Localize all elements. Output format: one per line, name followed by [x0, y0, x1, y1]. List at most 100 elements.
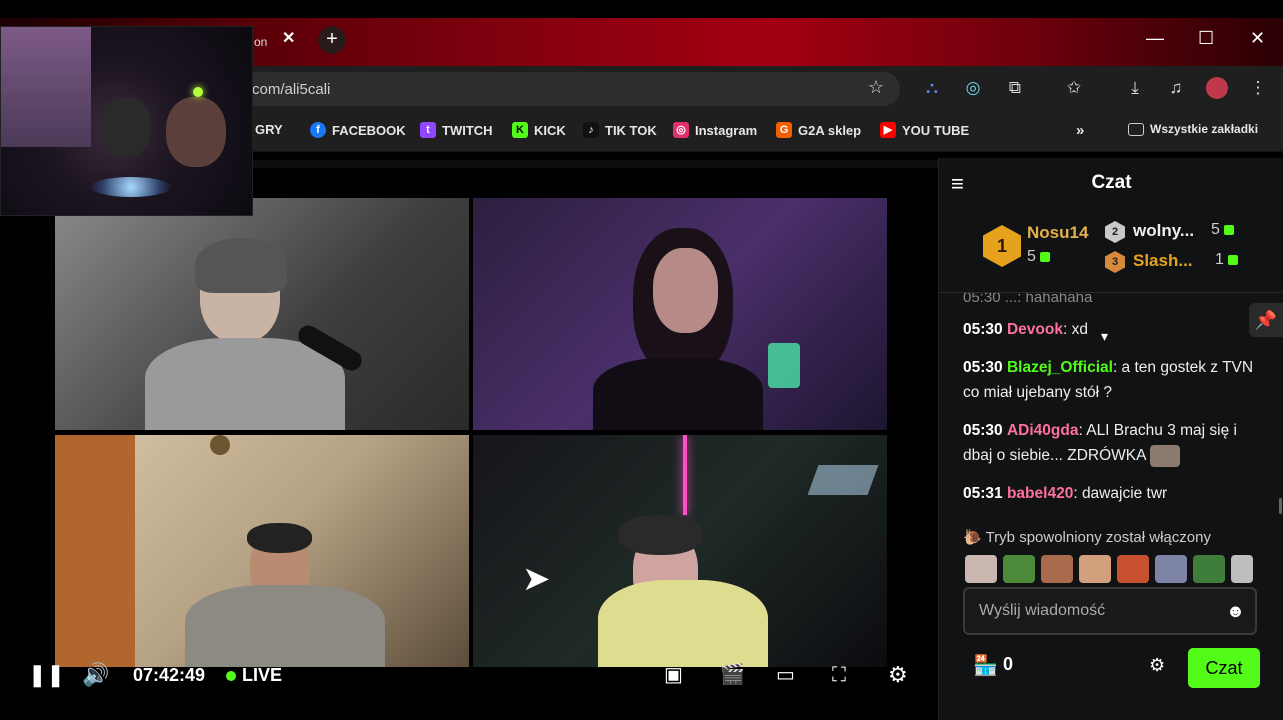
- minimize-icon[interactable]: —: [1146, 28, 1164, 49]
- more-bookmarks-button[interactable]: »: [1076, 122, 1084, 139]
- maximize-icon[interactable]: ☐: [1198, 28, 1214, 49]
- chat-message: 05:30 Blazej_Official: a ten gostek z TV…: [963, 359, 1254, 401]
- puzzle-icon[interactable]: ⧉: [1004, 77, 1026, 99]
- emote-icon[interactable]: [1041, 555, 1073, 583]
- bookmark-tiktok[interactable]: ♪ TIK TOK: [583, 122, 657, 138]
- emote-icon[interactable]: [965, 555, 997, 583]
- store-icon[interactable]: 🏪: [973, 653, 998, 678]
- emote-icon: [1149, 444, 1180, 467]
- emoji-picker-icon[interactable]: ☻: [1226, 601, 1245, 622]
- bookmark-g2a[interactable]: G G2A sklep: [776, 122, 861, 138]
- emote-icon[interactable]: [1193, 555, 1225, 583]
- chat-settings-icon[interactable]: ⚙: [1149, 655, 1165, 676]
- rank-3-badge-icon: 3: [1105, 251, 1125, 273]
- twitch-icon: t: [420, 122, 436, 138]
- bookmark-youtube[interactable]: ▶ YOU TUBE: [880, 122, 969, 138]
- emote-icon[interactable]: [1079, 555, 1111, 583]
- chat-leaderboard: 1 Nosu14 5 2 wolny... 5 3 Slash... 1 ▾: [939, 208, 1283, 344]
- leader-1-name[interactable]: Nosu14: [1027, 223, 1088, 243]
- chat-footer: 🏪 0 ⚙ Czat: [939, 648, 1283, 688]
- chat-panel: ≡ Czat 1 Nosu14 5 2 wolny... 5 3 Slash..…: [938, 158, 1283, 720]
- volume-icon[interactable]: 🔊: [82, 661, 109, 689]
- leader-3-score: 1: [1215, 251, 1238, 269]
- settings-icon[interactable]: ⚙: [888, 661, 908, 689]
- close-window-icon[interactable]: ✕: [1250, 28, 1265, 49]
- send-chat-button[interactable]: Czat: [1188, 648, 1260, 688]
- emote-icon[interactable]: [1003, 555, 1035, 583]
- video-tile-3: [55, 435, 469, 667]
- tab-title: on: [254, 35, 268, 49]
- chat-message: 05:30 ADi40gda: ALI Brachu 3 maj się i d…: [963, 418, 1258, 468]
- emote-icon[interactable]: [1117, 555, 1149, 583]
- close-tab-icon[interactable]: ✕: [282, 28, 295, 48]
- player-controls: ❚❚ 🔊 07:42:49 LIVE ▣ 🎬 ▭ ⛶ ⚙: [0, 655, 938, 695]
- kick-icon: K: [512, 122, 528, 138]
- avatar[interactable]: [1206, 77, 1228, 99]
- chat-message: 05:31 babel420: dawajcie twr: [963, 485, 1168, 502]
- chat-username[interactable]: ADi40gda: [1007, 422, 1079, 439]
- points-count: 0: [1003, 654, 1014, 674]
- chat-message-partial: 05:30 ...: hahahaha: [963, 293, 1093, 306]
- leader-3-name[interactable]: Slash...: [1133, 251, 1193, 271]
- theater-mode-icon[interactable]: ▭: [776, 661, 795, 689]
- chat-scrollbar[interactable]: [1279, 498, 1282, 514]
- streamer-webcam: [0, 26, 253, 216]
- leader-1-score: 5: [1027, 248, 1050, 266]
- chat-message-input[interactable]: [977, 599, 1217, 623]
- clip-icon[interactable]: 🎬: [720, 661, 745, 689]
- emote-icon[interactable]: [1231, 555, 1253, 583]
- chat-username[interactable]: Devook: [1007, 321, 1063, 338]
- chat-username[interactable]: babel420: [1007, 485, 1073, 502]
- bookmark-kick[interactable]: K KICK: [512, 122, 566, 138]
- fullscreen-icon[interactable]: ⛶: [832, 661, 846, 689]
- bookmark-star-icon[interactable]: ☆: [868, 77, 884, 98]
- facebook-icon: f: [310, 122, 326, 138]
- rank-2-badge-icon: 2: [1105, 221, 1125, 243]
- favorites-icon[interactable]: ✩: [1063, 77, 1085, 99]
- emote-icon[interactable]: [1155, 555, 1187, 583]
- leader-2-score: 5: [1211, 221, 1234, 239]
- chat-title: Czat: [1091, 172, 1132, 193]
- tiktok-icon: ♪: [583, 122, 599, 138]
- chat-messages: 05:30 ...: hahahaha 05:30 Devook: xd 05:…: [939, 293, 1283, 533]
- bookmark-instagram[interactable]: ◎ Instagram: [673, 122, 757, 138]
- rank-1-badge-icon: 1: [983, 225, 1021, 267]
- translate-icon[interactable]: ⛬: [921, 77, 943, 99]
- video-tile-1: [55, 198, 469, 430]
- g2a-icon: G: [776, 122, 792, 138]
- pause-icon[interactable]: ❚❚: [28, 661, 65, 689]
- chat-message: 05:30 Devook: xd: [963, 321, 1088, 338]
- new-tab-button[interactable]: +: [318, 26, 346, 54]
- leader-2-name[interactable]: wolny...: [1133, 221, 1194, 241]
- video-tile-4: [473, 435, 887, 667]
- bookmark-gry[interactable]: GRY: [255, 122, 283, 137]
- all-bookmarks[interactable]: Wszystkie zakładki: [1128, 122, 1258, 136]
- download-icon[interactable]: ⤓: [1124, 77, 1146, 99]
- live-badge: LIVE: [226, 665, 282, 686]
- media-icon[interactable]: ♫: [1165, 77, 1187, 99]
- bookmark-twitch[interactable]: t TWITCH: [420, 122, 493, 138]
- extension-icon[interactable]: ◎: [962, 77, 984, 99]
- live-dot-icon: [226, 670, 236, 681]
- gem-icon: [1223, 225, 1234, 235]
- video-tile-2: [473, 198, 887, 430]
- url-text: com/ali5cali: [252, 81, 331, 98]
- folder-icon: [1128, 122, 1144, 136]
- chat-username[interactable]: Blazej_Official: [1007, 359, 1113, 376]
- chat-header: ≡ Czat: [939, 158, 1283, 208]
- mouse-cursor-icon: ➤: [522, 560, 551, 598]
- pin-icon[interactable]: 📌: [1249, 303, 1283, 337]
- video-top-bar: [253, 160, 938, 168]
- pip-icon[interactable]: ▣: [664, 661, 683, 689]
- menu-icon[interactable]: ⋮: [1247, 77, 1269, 99]
- gem-icon: [1227, 255, 1238, 265]
- slow-mode-notice: 🐌 Tryb spowolniony został włączony: [963, 529, 1211, 546]
- stream-time: 07:42:49: [133, 665, 206, 685]
- instagram-icon: ◎: [673, 122, 689, 138]
- emote-bar: [965, 555, 1265, 585]
- address-bar[interactable]: com/ali5cali ☆: [230, 72, 900, 106]
- youtube-icon: ▶: [880, 122, 896, 138]
- bookmark-facebook[interactable]: f FACEBOOK: [310, 122, 406, 138]
- gem-icon: [1039, 252, 1050, 262]
- chat-input-box: ☻: [963, 587, 1257, 635]
